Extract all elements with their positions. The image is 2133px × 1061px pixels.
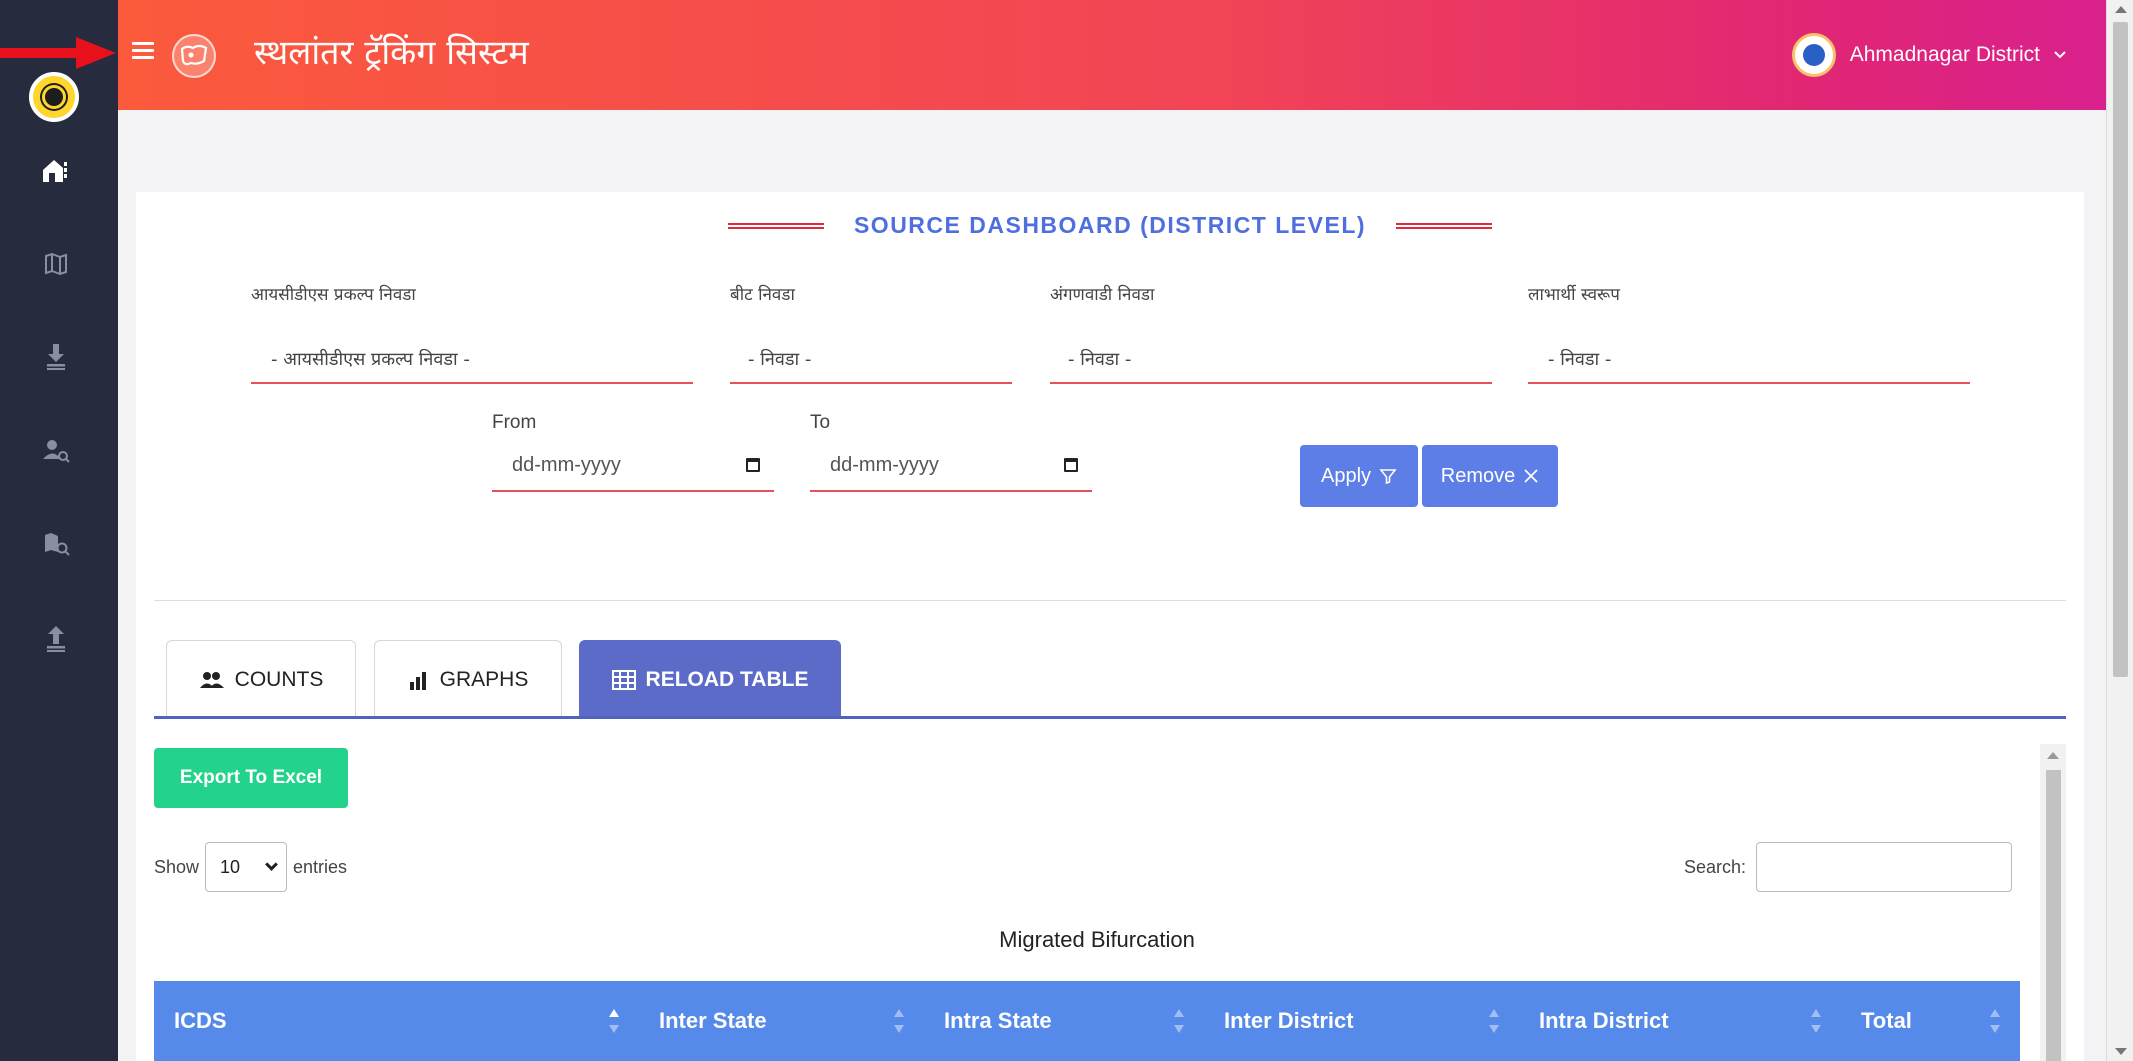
home-icon[interactable] <box>38 152 74 188</box>
user-menu[interactable]: Ahmadnagar District <box>1791 33 2066 77</box>
scroll-up-icon[interactable] <box>2115 6 2127 13</box>
map-icon[interactable] <box>38 246 74 282</box>
icds-project-label: आयसीडीएस प्रकल्प निवडा <box>251 285 416 305</box>
app-title: स्थलांतर ट्रॅकिंग सिस्टम <box>254 33 529 73</box>
tab-underline <box>154 716 2066 719</box>
tab-reload-table[interactable]: RELOAD TABLE <box>579 640 841 718</box>
section-title: SOURCE DASHBOARD (DISTRICT LEVEL) <box>136 212 2084 239</box>
user-district-label: Ahmadnagar District <box>1849 43 2040 66</box>
scroll-down-icon[interactable] <box>2115 1048 2127 1055</box>
sort-icon <box>1489 1007 1499 1035</box>
scroll-thumb[interactable] <box>2113 22 2128 677</box>
sort-icon <box>1174 1007 1184 1035</box>
divider <box>154 600 2066 601</box>
tab-counts[interactable]: COUNTS <box>166 640 356 718</box>
from-date-input[interactable]: dd-mm-yyyy <box>492 440 774 492</box>
column-header-total[interactable]: Total <box>1841 981 2020 1061</box>
column-header-inter-state[interactable]: Inter State <box>639 981 924 1061</box>
anganwadi-select[interactable]: - निवडा - <box>1050 336 1492 384</box>
sidebar <box>0 0 118 1061</box>
district-logo <box>1791 33 1836 77</box>
chevron-down-icon <box>265 857 278 871</box>
department-logo <box>29 72 79 122</box>
table-header-row: ICDS Inter State Intra State Inter Distr… <box>154 981 2020 1061</box>
export-to-excel-button[interactable]: Export To Excel <box>154 748 348 808</box>
app-logo <box>172 34 216 78</box>
calendar-icon[interactable] <box>1064 458 1078 472</box>
to-date-input[interactable]: dd-mm-yyyy <box>810 440 1092 492</box>
column-header-intra-state[interactable]: Intra State <box>924 981 1204 1061</box>
chevron-down-icon <box>2054 51 2066 59</box>
sort-icon <box>1811 1007 1821 1035</box>
download-icon[interactable] <box>38 338 74 374</box>
scroll-up-icon[interactable] <box>2047 752 2059 759</box>
beat-label: बीट निवडा <box>730 285 795 305</box>
bar-chart-icon <box>409 671 426 690</box>
map-search-icon[interactable] <box>38 526 74 562</box>
to-label: To <box>810 412 831 433</box>
close-icon <box>1524 469 1538 483</box>
hamburger-menu-icon[interactable] <box>132 42 154 60</box>
from-label: From <box>492 412 537 433</box>
scroll-thumb[interactable] <box>2046 770 2061 1061</box>
red-arrow-annotation <box>0 37 116 69</box>
filter-icon <box>1379 469 1397 485</box>
page-scrollbar[interactable] <box>2106 0 2133 1061</box>
table-scrollbar[interactable] <box>2040 744 2066 1061</box>
sort-icon <box>609 1007 619 1035</box>
search-input[interactable] <box>1756 842 2013 892</box>
table-search: Search: <box>1684 842 2013 892</box>
table-icon <box>611 669 636 690</box>
beneficiary-type-label: लाभार्थी स्वरूप <box>1528 285 1620 305</box>
beat-select[interactable]: - निवडा - <box>730 336 1012 384</box>
search-label: Search: <box>1684 856 1747 877</box>
top-header: स्थलांतर ट्रॅकिंग सिस्टम Ahmadnagar Dist… <box>118 0 2106 110</box>
icds-project-select[interactable]: - आयसीडीएस प्रकल्प निवडा - <box>251 336 693 384</box>
entries-control: Show 10 entries <box>154 842 347 892</box>
table-caption: Migrated Bifurcation <box>999 927 1195 952</box>
column-header-inter-district[interactable]: Inter District <box>1204 981 1519 1061</box>
sort-icon <box>894 1007 904 1035</box>
tab-graphs[interactable]: GRAPHS <box>374 640 562 718</box>
anganwadi-label: अंगणवाडी निवडा <box>1050 285 1155 305</box>
entries-select[interactable]: 10 <box>205 842 288 892</box>
calendar-icon[interactable] <box>746 458 760 472</box>
sort-icon <box>1990 1007 2000 1035</box>
remove-button[interactable]: Remove <box>1422 445 1558 507</box>
users-icon <box>199 671 224 688</box>
upload-icon[interactable] <box>38 620 74 656</box>
column-header-intra-district[interactable]: Intra District <box>1519 981 1841 1061</box>
column-header-icds[interactable]: ICDS <box>154 981 639 1061</box>
dashboard-card: SOURCE DASHBOARD (DISTRICT LEVEL) आयसीडी… <box>136 192 2084 1061</box>
user-search-icon[interactable] <box>38 432 74 468</box>
apply-button[interactable]: Apply <box>1300 445 1418 507</box>
beneficiary-type-select[interactable]: - निवडा - <box>1528 336 1970 384</box>
